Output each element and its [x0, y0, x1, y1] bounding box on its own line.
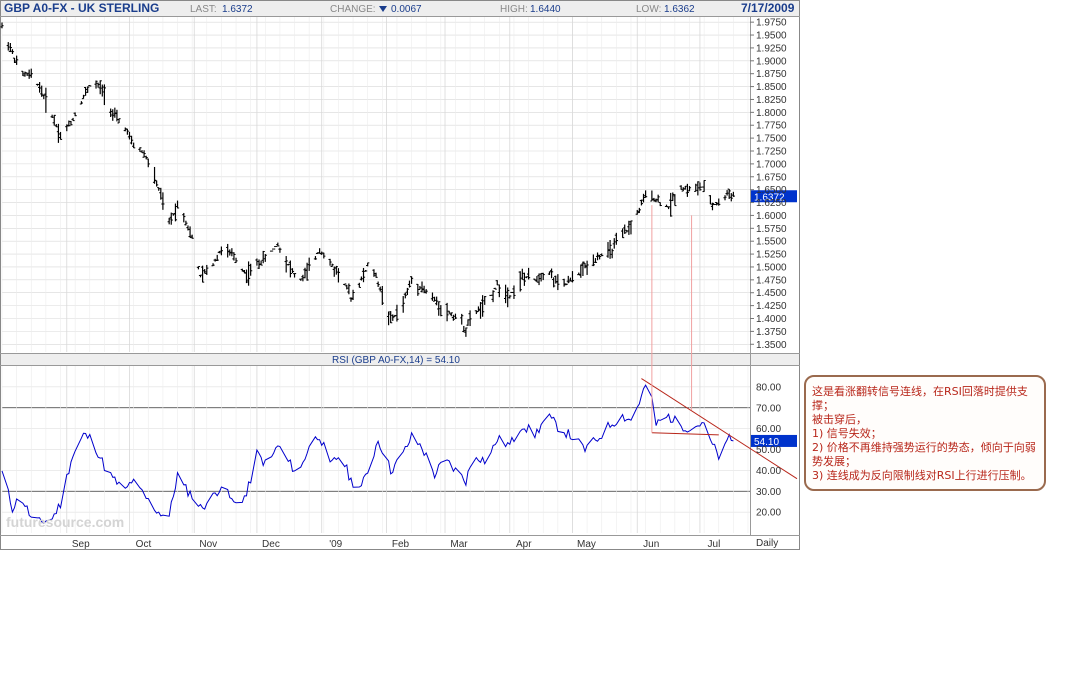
change-label: CHANGE: — [330, 4, 376, 15]
price-tick-label: 1.9750 — [756, 18, 787, 29]
price-tick-label: 1.3500 — [756, 340, 787, 351]
rsi-title: RSI (GBP A0-FX,14) = 54.10 — [332, 355, 460, 366]
price-tick-label: 1.7500 — [756, 134, 787, 145]
price-tick-label: 1.8750 — [756, 69, 787, 80]
x-tick-label: Sep — [72, 539, 90, 550]
x-tick-label: Jun — [643, 539, 659, 550]
price-tick-label: 1.9250 — [756, 43, 787, 54]
x-tick-label: Oct — [136, 539, 152, 550]
price-tick-label: 1.4500 — [756, 288, 787, 299]
price-tick-label: 1.7000 — [756, 159, 787, 170]
rsi-tick-label: 30.00 — [756, 487, 781, 498]
x-tick-label: Mar — [450, 539, 468, 550]
high-label: HIGH: — [500, 4, 528, 15]
header-date: 7/17/2009 — [741, 1, 795, 15]
price-tick-label: 1.8250 — [756, 95, 787, 106]
price-tick-label: 1.5750 — [756, 224, 787, 235]
price-tick-label: 1.5500 — [756, 237, 787, 248]
rsi-tick-label: 70.00 — [756, 403, 781, 414]
chart-svg: GBP A0-FX - UK STERLING LAST: 1.6372 CHA… — [0, 0, 800, 550]
high-value: 1.6440 — [530, 4, 561, 15]
price-tick-label: 1.4250 — [756, 301, 787, 312]
note-line-5: 3) 连线成为反向限制线对RSI上行进行压制。 — [812, 469, 1032, 482]
price-tick-label: 1.8000 — [756, 108, 787, 119]
symbol-title: GBP A0-FX - UK STERLING — [4, 1, 159, 15]
note-line-3: 1) 信号失效； — [812, 427, 882, 440]
watermark: futuresource.com — [6, 514, 124, 530]
rsi-tick-label: 60.00 — [756, 424, 781, 435]
price-tick-label: 1.6500 — [756, 185, 787, 196]
chart-area: GBP A0-FX - UK STERLING LAST: 1.6372 CHA… — [0, 0, 800, 550]
low-value: 1.6362 — [664, 4, 695, 15]
price-tick-label: 1.4000 — [756, 314, 787, 325]
last-label: LAST: — [190, 4, 217, 15]
x-tick-label: '09 — [329, 539, 342, 550]
change-value: 0.0067 — [391, 4, 422, 15]
rsi-tick-label: 80.00 — [756, 382, 781, 393]
price-tick-label: 1.9000 — [756, 56, 787, 67]
price-tick-label: 1.6000 — [756, 211, 787, 222]
price-tick-label: 1.6750 — [756, 172, 787, 183]
note-line-2: 被击穿后， — [812, 413, 867, 426]
annotation-note: 这是看涨翻转信号连线，在RSI回落时提供支撑； 被击穿后， 1) 信号失效； 2… — [804, 375, 1046, 491]
chart-frame — [0, 0, 800, 550]
period-label: Daily — [756, 538, 778, 549]
price-tick-label: 1.8500 — [756, 82, 787, 93]
x-tick-label: Dec — [262, 539, 280, 550]
price-tick-label: 1.3750 — [756, 327, 787, 338]
x-tick-label: Apr — [516, 539, 532, 550]
rsi-tick-label: 20.00 — [756, 508, 781, 519]
price-tick-label: 1.9500 — [756, 31, 787, 42]
price-tick-label: 1.7250 — [756, 147, 787, 158]
price-tick-label: 1.4750 — [756, 275, 787, 286]
rsi-tick-label: 50.00 — [756, 445, 781, 456]
low-label: LOW: — [636, 4, 661, 15]
x-tick-label: Feb — [392, 539, 410, 550]
price-tick-label: 1.5250 — [756, 250, 787, 261]
last-value: 1.6372 — [222, 4, 253, 15]
price-tick-label: 1.5000 — [756, 262, 787, 273]
x-tick-label: Jul — [708, 539, 721, 550]
rsi-tick-label: 40.00 — [756, 466, 781, 477]
x-tick-label: May — [577, 539, 596, 550]
x-tick-label: Nov — [199, 539, 217, 550]
price-tick-label: 1.6250 — [756, 198, 787, 209]
note-line-4: 2) 价格不再维持强势运行的势态，倾向于向弱势发展； — [812, 441, 1036, 468]
price-tick-label: 1.7750 — [756, 121, 787, 132]
note-line-1: 这是看涨翻转信号连线，在RSI回落时提供支撑； — [812, 385, 1028, 412]
